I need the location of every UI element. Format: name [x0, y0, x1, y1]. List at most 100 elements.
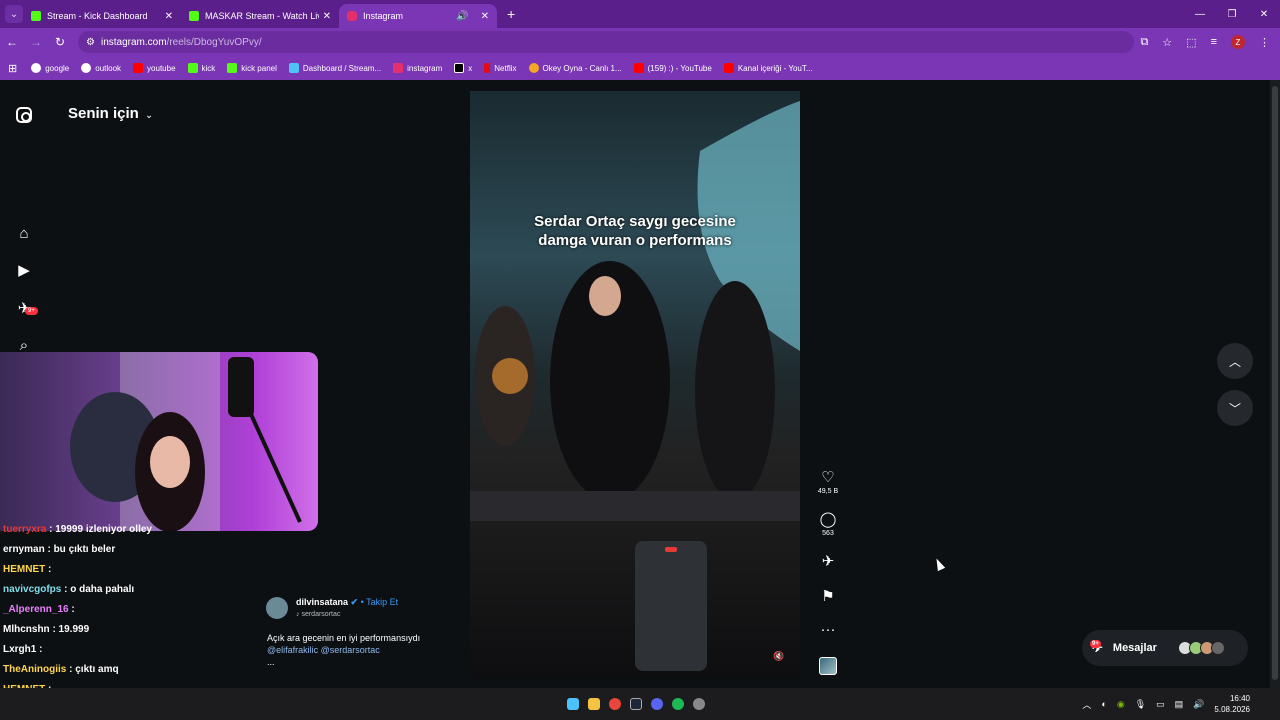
clock[interactable]: 16:40 5.08.2026: [1214, 693, 1250, 715]
chevron-up-icon[interactable]: ︿: [1082, 698, 1091, 711]
extensions-icon[interactable]: ⬚: [1186, 36, 1196, 49]
kick-icon: [31, 11, 41, 21]
tab-kick-dashboard[interactable]: Stream - Kick Dashboard ✕: [23, 4, 181, 28]
spotify-icon[interactable]: [672, 698, 684, 710]
close-tab-icon[interactable]: ✕: [323, 11, 331, 22]
browser-toolbar: ← → ↻ ⚙ instagram.com/reels/DbogYuvOPvy/…: [0, 28, 1280, 56]
audio-name: serdarsortac: [301, 611, 341, 618]
messages-button[interactable]: ✈ 9+ Mesajlar: [1082, 630, 1248, 666]
bookmark-kick-panel[interactable]: kick panel: [227, 63, 277, 73]
audio-track-thumbnail[interactable]: [819, 657, 837, 675]
bookmark-kanal-icerigi[interactable]: Kanal içeriği - YouT...: [723, 63, 813, 73]
reel-overlay-caption: Serdar Ortaç saygı gecesine damga vuran …: [470, 212, 800, 250]
chat-message: navivcgofps : o daha pahalı: [3, 580, 303, 600]
tab-maskar-stream[interactable]: MASKAR Stream - Watch Live o ✕: [181, 4, 339, 28]
steam-icon[interactable]: [630, 698, 642, 710]
next-reel-button[interactable]: ﹀: [1217, 390, 1253, 426]
more-options-button[interactable]: ···: [812, 621, 844, 638]
kick-icon: [189, 11, 199, 21]
speaker-icon[interactable]: 🔊: [456, 11, 468, 22]
profile-avatar[interactable]: Z: [1231, 35, 1245, 49]
mute-toggle-icon[interactable]: 🔇: [773, 651, 787, 663]
netflix-icon: [484, 63, 491, 73]
home-icon[interactable]: ⌂: [14, 223, 34, 243]
more-icon: ···: [820, 621, 836, 638]
bookmark-dashboard[interactable]: Dashboard / Stream...: [288, 63, 381, 73]
instagram-logo-icon[interactable]: [16, 107, 32, 123]
network-icon[interactable]: ▤: [1175, 699, 1184, 710]
author-avatar[interactable]: [266, 597, 288, 619]
okey-icon: [528, 63, 539, 73]
reel-video[interactable]: Serdar Ortaç saygı gecesine damga vuran …: [470, 91, 800, 678]
nvidia-icon[interactable]: ◉: [1117, 699, 1125, 710]
minimize-icon[interactable]: —: [1184, 9, 1216, 20]
microphone-icon[interactable]: 🎙: [1135, 699, 1146, 710]
settings-icon[interactable]: [693, 698, 705, 710]
messages-label: Mesajlar: [1112, 642, 1157, 654]
chat-text: :: [68, 604, 75, 615]
display-icon[interactable]: ▭: [1156, 699, 1165, 710]
bookmark-kick[interactable]: kick: [187, 63, 215, 73]
chat-message: Mlhcnshn : 19.999: [3, 620, 303, 640]
follow-button[interactable]: • Takip Et: [361, 597, 399, 607]
close-tab-icon[interactable]: ✕: [481, 11, 489, 22]
bookmark-star-icon[interactable]: ☆: [1162, 36, 1172, 49]
install-app-icon[interactable]: ⧉: [1140, 36, 1148, 49]
google-icon: [31, 63, 42, 73]
kick-icon: [187, 63, 198, 73]
back-icon[interactable]: ←: [0, 35, 24, 49]
media-control-icon[interactable]: ≡: [1211, 36, 1217, 48]
close-window-icon[interactable]: ✕: [1248, 9, 1280, 20]
reels-icon[interactable]: ▶: [14, 260, 34, 280]
bookmark-youtube-159[interactable]: (159) :) - YouTube: [633, 63, 712, 73]
forward-icon[interactable]: →: [24, 35, 48, 49]
comment-count: 563: [822, 530, 834, 537]
bookmark-instagram[interactable]: instagram: [393, 63, 442, 73]
chat-message: ernyman : bu çıktı beler: [3, 540, 303, 560]
chat-username: HEMNET: [3, 564, 46, 575]
tab-instagram[interactable]: Instagram 🔊 ✕: [339, 4, 497, 28]
file-explorer-icon[interactable]: [588, 698, 600, 710]
menu-icon[interactable]: ⋮: [1259, 36, 1270, 49]
volume-icon[interactable]: 🔊: [1193, 699, 1204, 710]
comment-button[interactable]: ◯ 563: [812, 510, 844, 537]
chevron-up-icon: ︿: [1228, 354, 1241, 369]
apps-icon[interactable]: ⊞: [8, 62, 17, 75]
audio-line[interactable]: ♪ serdarsortac: [296, 611, 340, 618]
verified-icon: ✔: [350, 597, 359, 607]
steam-tray-icon[interactable]: ◐: [1101, 699, 1106, 709]
reload-icon[interactable]: ↻: [48, 35, 72, 49]
bookmark-google[interactable]: google: [31, 63, 69, 73]
new-tab-button[interactable]: +: [507, 6, 515, 22]
tab-search-button[interactable]: ⌄: [5, 5, 23, 23]
author-username[interactable]: dilvinsatana: [296, 597, 348, 607]
youtube-studio-icon: [723, 63, 734, 73]
like-button[interactable]: ♡ 49,5 B: [812, 468, 844, 495]
chrome-icon[interactable]: [609, 698, 621, 710]
bookmark-outlook[interactable]: outlook: [81, 63, 121, 73]
close-tab-icon[interactable]: ✕: [165, 11, 173, 22]
discord-icon[interactable]: [651, 698, 663, 710]
taskbar-apps: [567, 688, 705, 720]
restore-icon[interactable]: ❐: [1216, 9, 1248, 20]
bookmark-netflix[interactable]: Netflix: [484, 63, 517, 73]
dashboard-icon: [288, 63, 299, 73]
bookmark-x[interactable]: x: [454, 63, 472, 73]
bookmark-icon: ⚑: [821, 588, 835, 605]
scrollbar-thumb[interactable]: [1272, 86, 1278, 680]
bookmark-okey[interactable]: Okey Oyna - Canlı 1...: [528, 63, 622, 73]
notification-badge: 9+: [25, 307, 38, 315]
save-button[interactable]: ⚑: [812, 587, 844, 605]
description-more[interactable]: ...: [267, 656, 467, 668]
previous-reel-button[interactable]: ︿: [1217, 343, 1253, 379]
avatar: [1210, 641, 1225, 655]
windows-start-icon[interactable]: [567, 698, 579, 710]
bookmark-youtube[interactable]: youtube: [133, 63, 176, 73]
address-bar[interactable]: ⚙ instagram.com/reels/DbogYuvOPvy/: [78, 31, 1135, 53]
share-button[interactable]: ✈: [812, 552, 844, 570]
window-controls: — ❐ ✕: [1184, 0, 1280, 28]
feed-selector[interactable]: Senin için ⌄: [68, 105, 153, 122]
site-info-icon[interactable]: ⚙: [86, 37, 95, 48]
description-tags[interactable]: @elifafrakilic @serdarsortac: [267, 644, 467, 656]
page-scrollbar[interactable]: [1270, 80, 1280, 688]
